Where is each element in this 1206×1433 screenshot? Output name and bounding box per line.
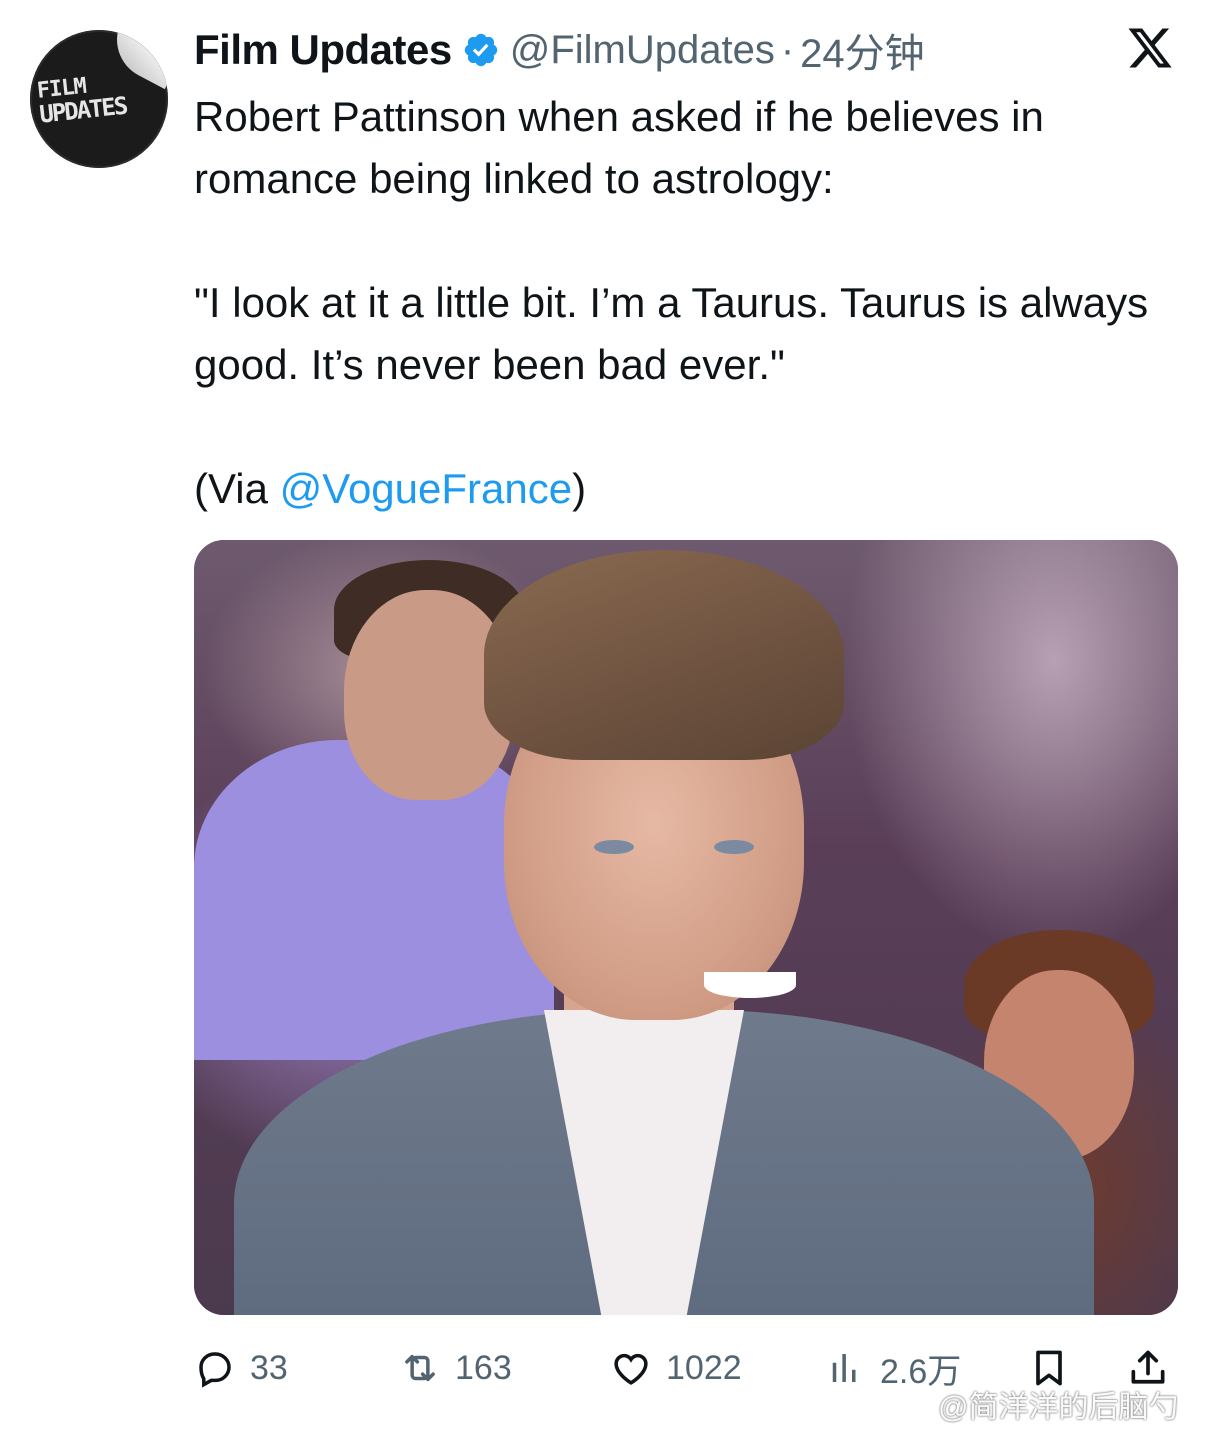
- reply-icon: [199, 1352, 231, 1388]
- x-logo-icon[interactable]: [1124, 24, 1176, 72]
- like-button[interactable]: 1022: [610, 1340, 742, 1396]
- tweet-header: Film Updates @FilmUpdates · 24分钟: [194, 22, 925, 78]
- smile: [704, 972, 796, 998]
- weibo-icon: [893, 1392, 930, 1419]
- like-icon: [614, 1353, 648, 1385]
- reply-count: 33: [250, 1348, 288, 1387]
- like-count: 1022: [666, 1348, 742, 1387]
- background-person-shirt: [194, 740, 554, 1060]
- separator-dot: ·: [780, 27, 795, 72]
- verified-badge-icon: [464, 33, 497, 67]
- via-prefix: (Via: [194, 465, 280, 512]
- views-icon: [832, 1354, 856, 1382]
- tweet-text-intro: Robert Pattinson when asked if he believ…: [194, 93, 1044, 202]
- left-eye: [594, 840, 634, 854]
- right-eye: [714, 840, 754, 854]
- tweet-time[interactable]: 24分钟: [800, 21, 925, 79]
- author-name[interactable]: Film Updates: [194, 26, 452, 74]
- tweet-text-quote: "I look at it a little bit. I’m a Taurus…: [194, 279, 1149, 388]
- avatar-logo: FILM UPDATES: [35, 73, 128, 129]
- via-suffix: ): [572, 465, 587, 512]
- avatar[interactable]: FILM UPDATES: [30, 30, 168, 168]
- tweet-media-image[interactable]: [194, 540, 1178, 1315]
- repost-count: 163: [455, 1348, 512, 1387]
- repost-button[interactable]: 163: [399, 1340, 512, 1396]
- reply-button[interactable]: 33: [194, 1340, 288, 1396]
- repost-icon: [405, 1354, 435, 1382]
- tweet-body: Robert Pattinson when asked if he believ…: [194, 86, 1184, 520]
- mention-link[interactable]: @VogueFrance: [280, 465, 572, 512]
- author-handle[interactable]: @FilmUpdates: [510, 28, 775, 73]
- watermark-text: @简洋洋的后脑勺: [938, 1391, 1179, 1424]
- main-hair: [484, 550, 844, 760]
- tweet-text-via: (Via @VogueFrance): [194, 458, 1184, 520]
- weibo-watermark: @简洋洋的后脑勺: [892, 1384, 1178, 1424]
